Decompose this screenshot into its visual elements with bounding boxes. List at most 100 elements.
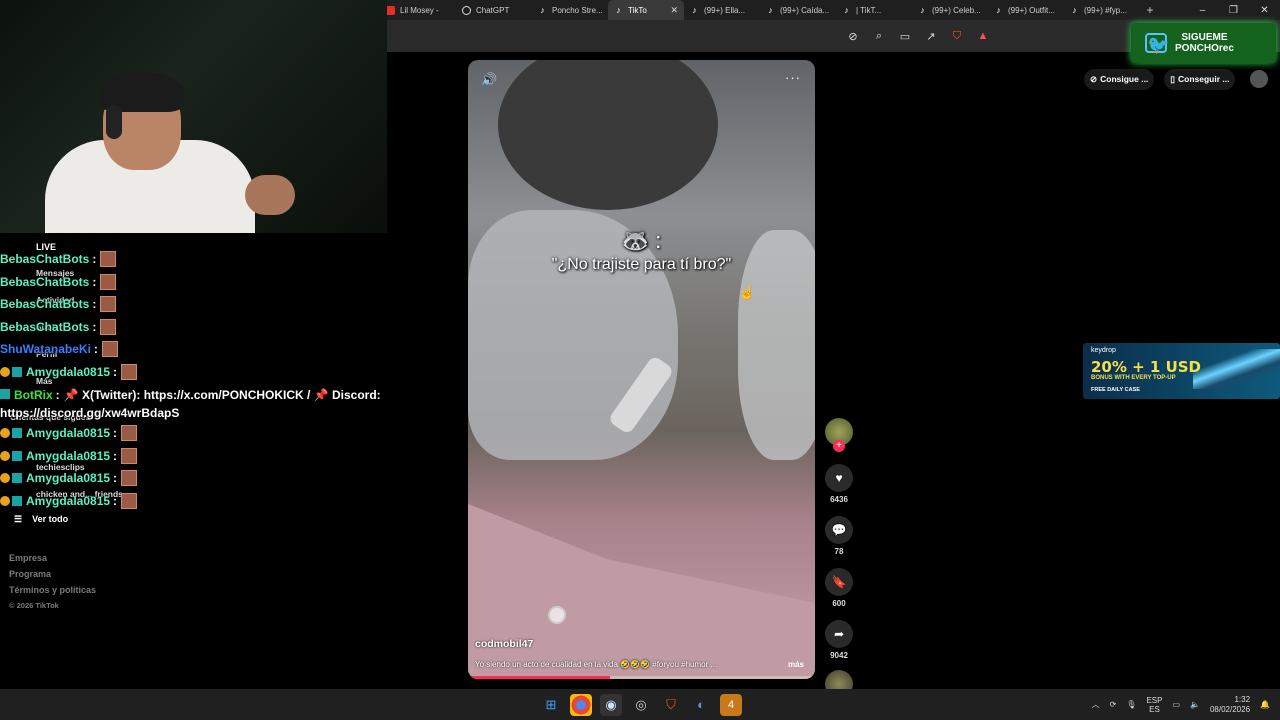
tab-14[interactable]: ♪ (99+) #fyp... — [1064, 0, 1140, 20]
chrome-icon[interactable] — [570, 693, 592, 716]
volume-tray-icon[interactable]: 🔈 — [1190, 700, 1200, 709]
start-icon[interactable]: ⊞ — [540, 694, 562, 716]
more-options-icon[interactable]: ··· — [785, 70, 801, 85]
close-window-icon[interactable]: ✕ — [1249, 5, 1280, 16]
date: 08/02/2026 — [1209, 704, 1251, 714]
footer-empresa[interactable]: Empresa — [9, 553, 47, 563]
tiktok-icon: ♪ — [996, 4, 1001, 15]
clock[interactable]: 1:32 08/02/2026 — [1210, 695, 1250, 715]
follow-plus-icon[interactable]: + — [833, 440, 845, 452]
chat-username[interactable]: Amygdala0815 — [26, 365, 110, 379]
tab-8[interactable]: ♪ TikTo ✕ — [608, 0, 684, 20]
chat-username[interactable]: BebasChatBots — [0, 320, 89, 334]
tab-9[interactable]: ♪ (99+) Ella... — [684, 0, 760, 20]
brave-icon[interactable]: ⛉ — [660, 694, 682, 716]
new-tab-button[interactable]: + — [1140, 3, 1160, 17]
chat-colon: : — [92, 297, 97, 312]
chat-emote-icon — [101, 341, 118, 358]
chat-username[interactable]: BebasChatBots — [0, 252, 89, 266]
app-icon[interactable]: 4 — [720, 693, 742, 716]
chat-emote-icon — [121, 470, 138, 487]
zoom-icon[interactable]: ⌕ — [872, 30, 886, 43]
media-icon[interactable]: ⊘ — [846, 30, 860, 43]
chat-username[interactable]: Amygdala0815 — [26, 494, 110, 508]
brave-shield-icon[interactable]: ⛉ — [950, 30, 964, 43]
profile-avatar[interactable] — [1250, 70, 1268, 88]
rifle-graphic — [1193, 349, 1280, 389]
like-button[interactable]: ♥ — [825, 464, 853, 492]
tab-11[interactable]: ♪ | TikT... — [836, 0, 912, 20]
chatgpt-icon — [462, 5, 471, 15]
tab-5[interactable]: Lil Mosey - — [380, 0, 456, 20]
tab-label: (99+) #fyp... — [1084, 5, 1127, 15]
progress-fill — [468, 676, 611, 679]
chat-emote-icon — [121, 425, 138, 442]
ver-todo-link[interactable]: ☰ Ver todo — [14, 514, 68, 525]
discord-icon[interactable]: ◐ — [690, 694, 712, 716]
sub-badge-icon — [0, 428, 10, 439]
obs-icon[interactable]: ◎ — [630, 694, 652, 716]
video-author[interactable]: codmobil47 — [475, 638, 533, 650]
chat-message: BebasChatBots: — [0, 316, 387, 339]
chat-emote-icon — [121, 492, 138, 509]
chat-colon: : — [113, 426, 118, 441]
share-icon[interactable]: ↗ — [924, 30, 938, 43]
chat-colon: : — [113, 493, 118, 508]
video-progress-bar[interactable] — [468, 676, 815, 679]
chat-username[interactable]: BebasChatBots — [0, 275, 89, 289]
chat-colon: : — [113, 471, 118, 486]
volume-icon[interactable]: 🔊 — [481, 72, 497, 88]
mouse-cursor-icon: ☝ — [739, 285, 756, 300]
chat-colon: : — [92, 319, 97, 334]
mic-icon[interactable]: 🎙 — [1126, 700, 1136, 709]
chat-username[interactable]: BotRix — [14, 388, 53, 402]
notification-icon[interactable]: 🔔 — [1260, 700, 1270, 709]
mod-badge-icon — [12, 366, 22, 377]
tab-label: Lil Mosey - — [400, 5, 439, 15]
steam-icon[interactable]: ◉ — [600, 693, 622, 716]
restore-icon[interactable]: ❐ — [1218, 5, 1249, 16]
tab-label: (99+) Outfit... — [1008, 5, 1055, 15]
language-indicator[interactable]: ESP ES — [1146, 696, 1162, 714]
chat-username[interactable]: Amygdala0815 — [26, 449, 110, 463]
chat-colon: : — [55, 388, 60, 402]
chat-username[interactable]: Amygdala0815 — [26, 426, 110, 440]
bot-badge-icon — [0, 389, 10, 399]
keydrop-ad[interactable]: keydrop 20% + 1 USD BONUS WITH EVERY TOP… — [1083, 343, 1280, 399]
chevron-up-icon[interactable]: ︿ — [1092, 699, 1100, 710]
chat-colon: : — [92, 252, 97, 267]
get-coins-button[interactable]: ⊘ Consigue ... — [1084, 68, 1155, 90]
video-drag-knob[interactable] — [548, 606, 566, 624]
tab-7[interactable]: ♪ Poncho Stre... — [532, 0, 608, 20]
chat-colon: : — [113, 364, 118, 379]
bookmark-icon: 🔖 — [831, 575, 847, 589]
share-button[interactable]: ➦ — [825, 620, 853, 648]
rewards-icon[interactable]: ▲ — [976, 30, 990, 42]
cast-icon[interactable]: ▭ — [898, 30, 912, 43]
tiktok-icon: ♪ — [616, 4, 621, 15]
sync-icon[interactable]: ⟳ — [1110, 700, 1117, 709]
save-button[interactable]: 🔖 — [825, 568, 853, 596]
get-app-button[interactable]: ▯ Conseguir ... — [1164, 68, 1236, 90]
headset — [106, 105, 122, 139]
get-coins-label: Consigue ... — [1100, 74, 1149, 84]
footer-terminos[interactable]: Términos y políticas — [9, 585, 96, 595]
comment-button[interactable]: 💬 — [825, 516, 853, 544]
close-tab-icon[interactable]: ✕ — [670, 5, 678, 16]
tab-6[interactable]: ChatGPT — [456, 0, 532, 20]
footer-programa[interactable]: Programa — [9, 569, 51, 579]
chat-username[interactable]: Amygdala0815 — [26, 471, 110, 485]
chat-username[interactable]: ShuWatanabeKi — [0, 342, 91, 356]
tiktok-video[interactable]: 🔊 ··· 🦝 : "¿No trajiste para tí bro?" co… — [468, 60, 815, 679]
tab-13[interactable]: ♪ (99+) Outfit... — [988, 0, 1064, 20]
save-count: 600 — [832, 599, 846, 608]
chat-username[interactable]: BebasChatBots — [0, 297, 89, 311]
chat-message: ShuWatanabeKi: — [0, 338, 387, 361]
tab-label: | TikT... — [856, 5, 882, 15]
description-more-link[interactable]: más — [788, 660, 804, 669]
tab-10[interactable]: ♪ (99+) Caída... — [760, 0, 836, 20]
network-icon[interactable]: ▭ — [1172, 700, 1180, 709]
tab-12[interactable]: ♪ (99+) Celeb... — [912, 0, 988, 20]
minimize-icon[interactable]: – — [1187, 5, 1218, 16]
chat-colon: : — [93, 342, 98, 357]
